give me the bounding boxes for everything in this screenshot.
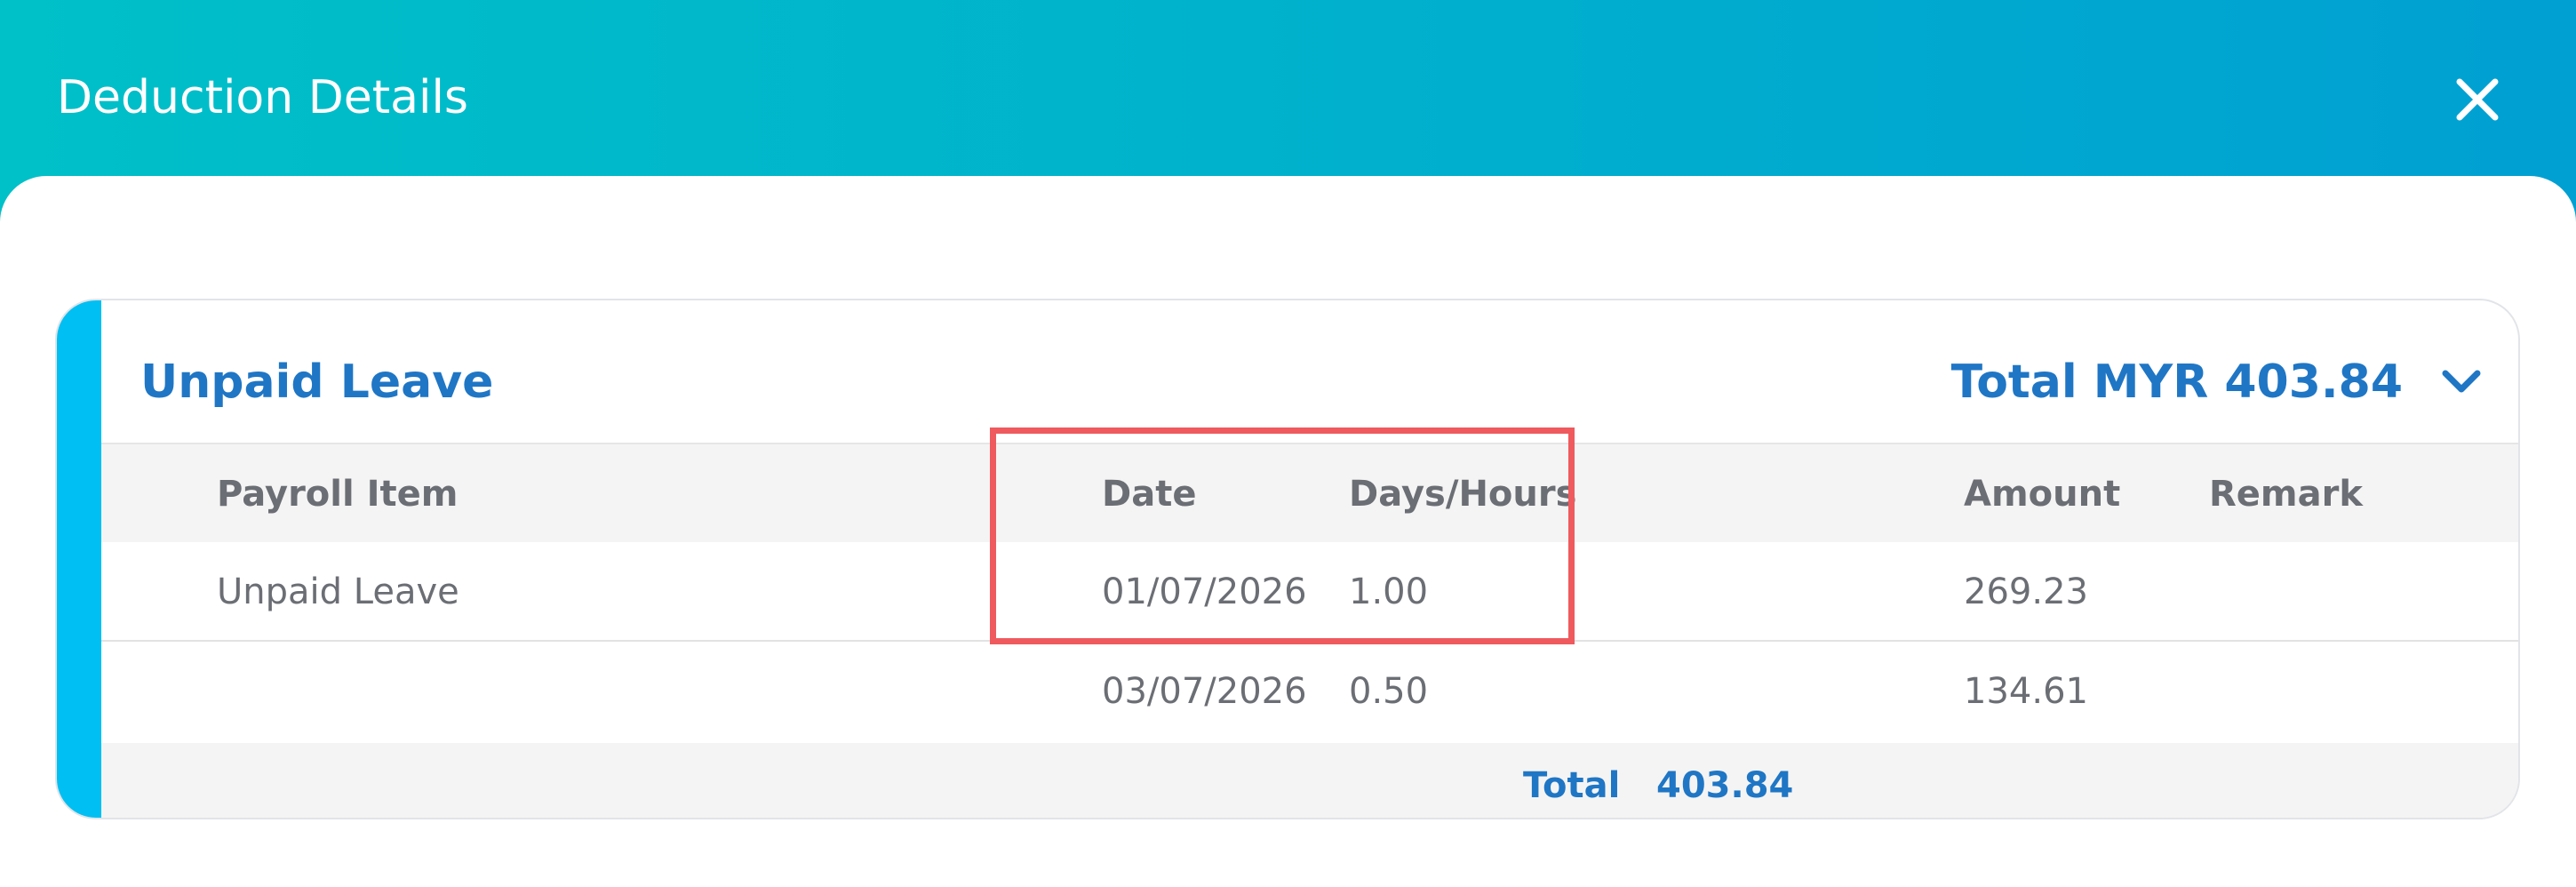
column-header-payroll-item: Payroll Item [217, 474, 459, 515]
cell-amount: 134.61 [1964, 671, 2088, 712]
highlight-annotation-box [990, 428, 1575, 644]
card-title: Unpaid Leave [140, 356, 494, 409]
total-label: Total [1523, 765, 1621, 806]
cell-date: 03/07/2026 [1102, 671, 1307, 712]
modal-title: Deduction Details [57, 71, 468, 124]
column-header-amount: Amount [1964, 474, 2121, 515]
cell-payroll-item: Unpaid Leave [217, 571, 459, 612]
close-button[interactable] [2445, 68, 2509, 132]
expand-toggle-button[interactable] [2436, 354, 2486, 411]
column-header-remark: Remark [2209, 474, 2363, 515]
deduction-details-modal: Deduction Details Unpaid Leave Total MYR… [0, 0, 2576, 887]
total-value: 403.84 [1656, 765, 1794, 806]
cell-days-hours: 0.50 [1349, 671, 1429, 712]
cell-amount: 269.23 [1964, 571, 2088, 612]
table-row: 03/07/2026 0.50 134.61 [101, 642, 2518, 743]
table-total-row: Total 403.84 [101, 743, 2518, 818]
card-accent-bar [57, 300, 101, 818]
card-total: Total MYR 403.84 [1950, 356, 2403, 409]
chevron-down-icon [2442, 370, 2481, 393]
close-icon [2456, 78, 2499, 121]
